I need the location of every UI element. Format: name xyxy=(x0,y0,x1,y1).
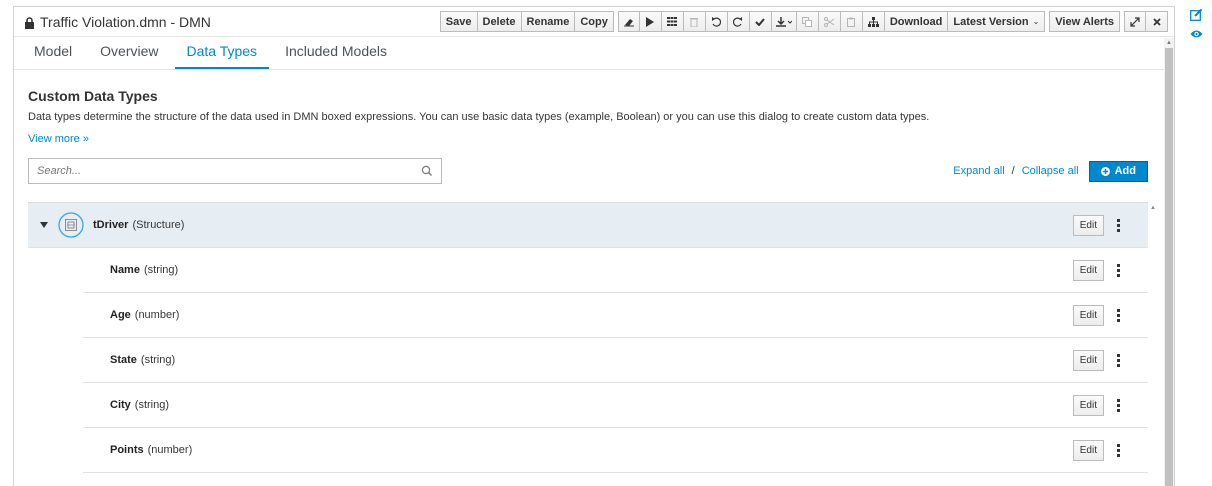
latest-version-label: Latest Version xyxy=(953,15,1029,28)
paste-icon[interactable] xyxy=(840,11,863,32)
view-alerts-button[interactable]: View Alerts xyxy=(1049,11,1120,32)
toolbar: Save Delete Rename Copy Download Latest … xyxy=(439,11,1168,32)
data-type-row-city[interactable]: City (string) Edit xyxy=(83,383,1148,428)
search-box xyxy=(28,158,442,184)
editor-panel: Traffic Violation.dmn - DMN Save Delete … xyxy=(13,6,1175,486)
editor-tabs: Model Overview Data Types Included Model… xyxy=(14,37,1174,70)
kebab-icon[interactable] xyxy=(1108,443,1128,457)
copy-button[interactable]: Copy xyxy=(575,11,614,32)
kebab-icon[interactable] xyxy=(1108,263,1128,277)
edit-button[interactable]: Edit xyxy=(1072,394,1104,416)
tab-overview[interactable]: Overview xyxy=(88,43,170,69)
check-icon[interactable] xyxy=(749,11,772,32)
data-type-row-points[interactable]: Points (number) Edit xyxy=(83,428,1148,473)
data-type-name: City xyxy=(110,399,131,411)
search-icon[interactable] xyxy=(421,165,433,177)
data-type-kind: (Structure) xyxy=(132,219,185,231)
page-scrollbar[interactable]: ▲ xyxy=(1164,38,1174,486)
hierarchy-icon[interactable] xyxy=(862,11,885,32)
page-title: Custom Data Types xyxy=(28,88,158,104)
close-icon[interactable] xyxy=(1146,11,1168,32)
row-actions: Edit xyxy=(1072,304,1128,326)
expand-all-link[interactable]: Expand all xyxy=(953,165,1004,177)
plus-circle-icon xyxy=(1100,166,1110,176)
eye-icon[interactable] xyxy=(1190,29,1203,39)
row-actions: Edit xyxy=(1072,214,1128,236)
expand-icon[interactable] xyxy=(1124,11,1146,32)
latest-version-dropdown[interactable]: Latest Version ⌄ xyxy=(948,11,1046,32)
save-button[interactable]: Save xyxy=(439,11,478,32)
data-type-row-tdriver[interactable]: tDriver (Structure) Edit xyxy=(28,203,1148,248)
trash-icon[interactable] xyxy=(683,11,706,32)
title-bar: Traffic Violation.dmn - DMN Save Delete … xyxy=(14,7,1174,37)
edit-button[interactable]: Edit xyxy=(1072,304,1104,326)
download-button[interactable]: Download xyxy=(884,11,949,32)
list-scroll-up-icon[interactable]: ▲ xyxy=(1148,203,1158,213)
data-type-name: Name xyxy=(110,264,140,276)
list-scrollbar[interactable]: ▲ xyxy=(1148,203,1158,463)
tab-data-types[interactable]: Data Types xyxy=(174,43,270,69)
data-type-kind: (string) xyxy=(134,399,170,411)
row-actions: Edit xyxy=(1072,394,1128,416)
file-actions-group: Save Delete Rename Copy xyxy=(439,11,614,32)
row-actions: Edit xyxy=(1072,349,1128,371)
tab-model[interactable]: Model xyxy=(22,43,84,69)
eraser-icon[interactable] xyxy=(617,11,640,32)
search-input[interactable] xyxy=(29,159,409,183)
window-title: Traffic Violation.dmn - DMN xyxy=(40,13,211,30)
caret-down-icon[interactable] xyxy=(40,222,48,228)
data-type-row-state[interactable]: State (string) Edit xyxy=(83,338,1148,383)
play-icon[interactable] xyxy=(639,11,662,32)
kebab-icon[interactable] xyxy=(1108,308,1128,322)
chevron-down-icon: ⌄ xyxy=(1032,17,1040,26)
kebab-icon[interactable] xyxy=(1108,398,1128,412)
data-types-content: Custom Data Types Data types determine t… xyxy=(14,70,1158,473)
kebab-icon[interactable] xyxy=(1108,353,1128,367)
copy-icon[interactable] xyxy=(796,11,819,32)
data-type-kind: (string) xyxy=(140,354,176,366)
data-type-name: State xyxy=(110,354,137,366)
edit-button[interactable]: Edit xyxy=(1072,214,1104,236)
add-button[interactable]: Add xyxy=(1088,160,1148,182)
collapse-all-link[interactable]: Collapse all xyxy=(1022,165,1079,177)
tab-included-models[interactable]: Included Models xyxy=(273,43,399,69)
window-controls-group xyxy=(1124,11,1168,32)
scroll-up-icon[interactable]: ▲ xyxy=(1164,38,1174,48)
edit-button[interactable]: Edit xyxy=(1072,349,1104,371)
link-separator: / xyxy=(1011,165,1015,177)
data-type-kind: (string) xyxy=(143,264,179,276)
list-controls: Expand all / Collapse all Add xyxy=(28,158,1148,184)
undo-icon[interactable] xyxy=(705,11,728,32)
delete-button[interactable]: Delete xyxy=(477,11,522,32)
data-type-row-age[interactable]: Age (number) Edit xyxy=(83,293,1148,338)
page-scrollbar-thumb[interactable] xyxy=(1165,48,1173,486)
edit-icon[interactable] xyxy=(1190,8,1203,21)
row-actions: Edit xyxy=(1072,439,1128,461)
grid-icon[interactable] xyxy=(661,11,684,32)
add-button-label: Add xyxy=(1114,165,1136,177)
side-panel-icons xyxy=(1190,8,1204,47)
edit-button[interactable]: Edit xyxy=(1072,439,1104,461)
editor-actions-group: Download Latest Version ⌄ xyxy=(617,11,1046,32)
redo-icon[interactable] xyxy=(727,11,750,32)
kebab-icon[interactable] xyxy=(1108,218,1128,232)
row-actions: Edit xyxy=(1072,259,1128,281)
view-more-link[interactable]: View more » xyxy=(28,133,1148,145)
lock-icon xyxy=(24,16,35,29)
cut-icon[interactable] xyxy=(818,11,841,32)
data-type-name: Age xyxy=(110,309,131,321)
data-type-name: tDriver xyxy=(93,219,129,231)
data-type-name: Points xyxy=(110,444,144,456)
data-type-row-name[interactable]: Name (string) Edit xyxy=(83,248,1148,293)
expand-collapse-controls: Expand all / Collapse all Add xyxy=(953,160,1148,182)
alerts-group: View Alerts xyxy=(1049,11,1120,32)
edit-button[interactable]: Edit xyxy=(1072,259,1104,281)
structure-icon xyxy=(58,212,84,238)
rename-button[interactable]: Rename xyxy=(521,11,576,32)
download-icon[interactable] xyxy=(771,11,797,32)
description-text: Data types determine the structure of th… xyxy=(28,111,930,123)
data-types-list: ▲ tDriver (Structure) Edit Name (string)… xyxy=(28,202,1158,473)
data-type-kind: (number) xyxy=(147,444,193,456)
data-type-kind: (number) xyxy=(134,309,180,321)
